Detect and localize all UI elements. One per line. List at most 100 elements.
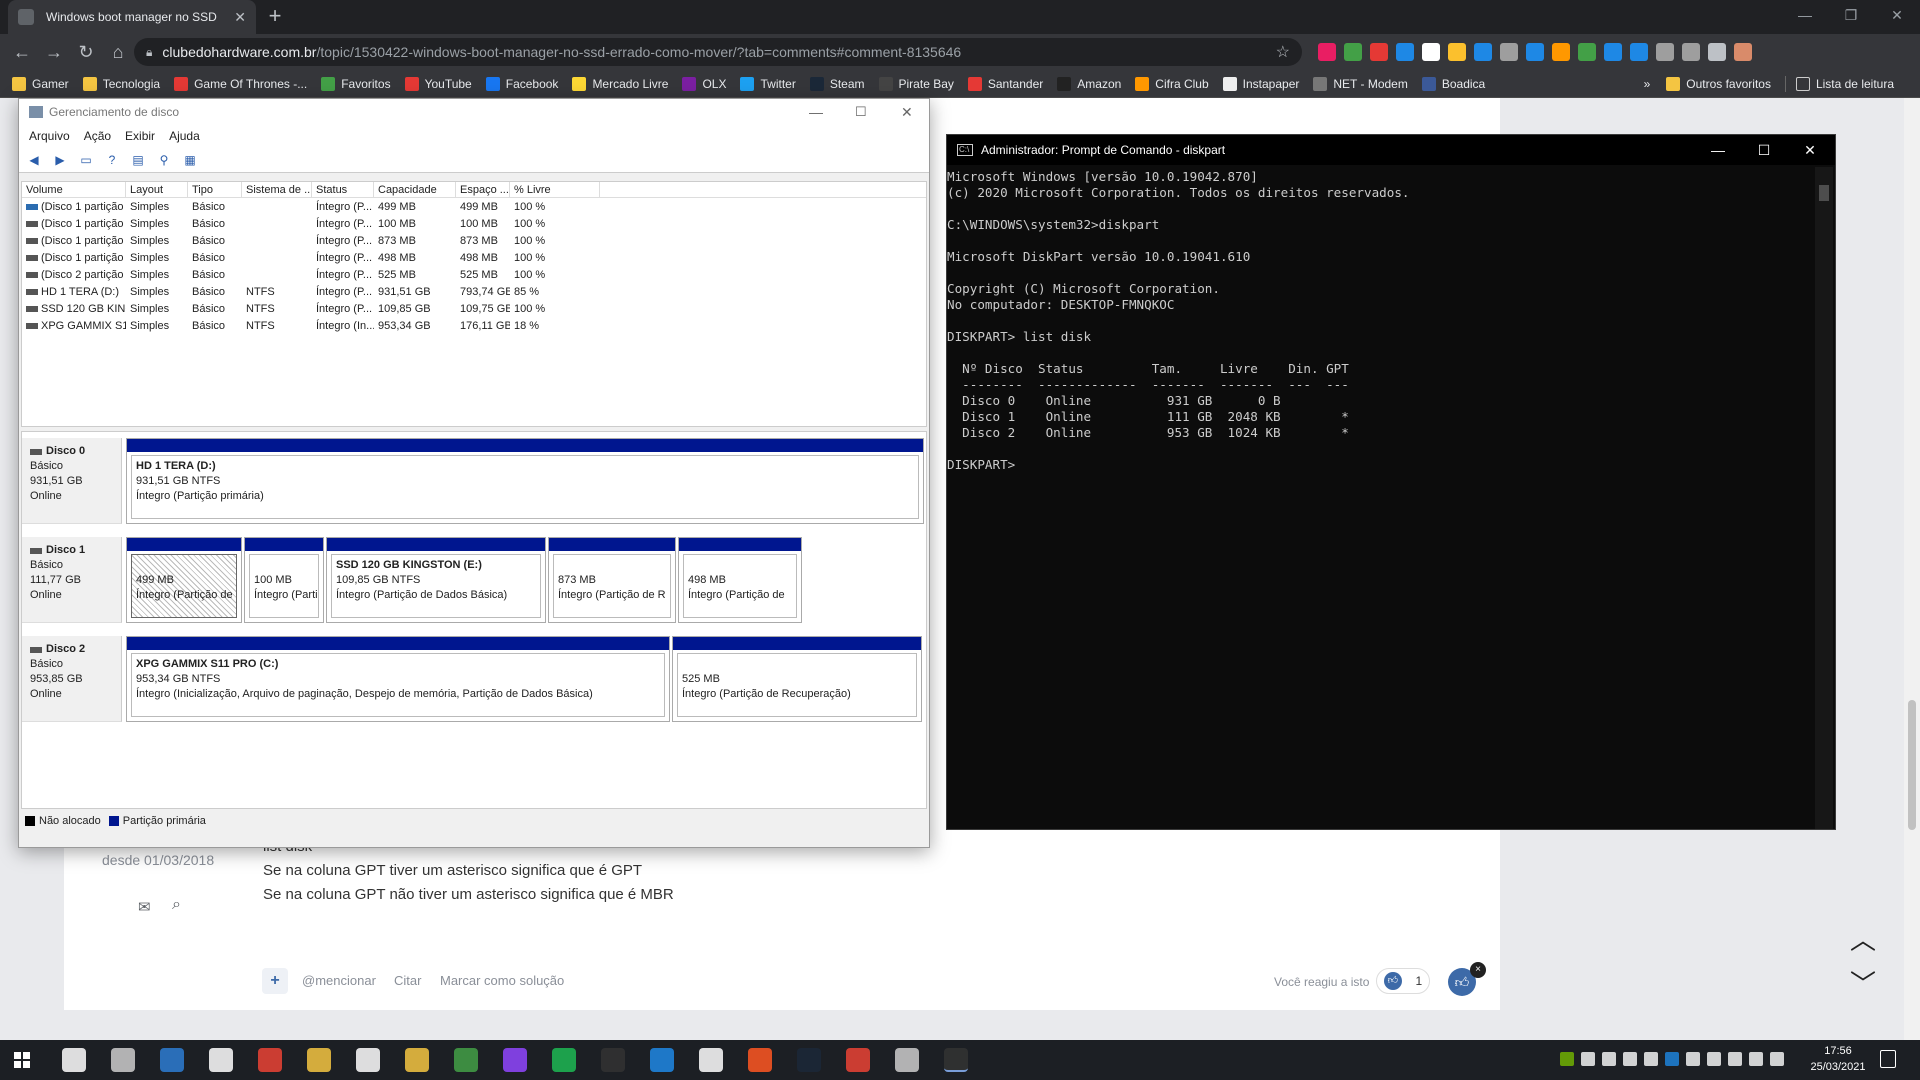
reload-icon[interactable]: ↻	[74, 40, 98, 64]
maximize-button[interactable]: ☐	[1741, 135, 1787, 165]
extension-icon[interactable]	[1656, 43, 1674, 61]
taskbar-app-icon[interactable]	[601, 1048, 625, 1072]
bookmark-item[interactable]: Boadica	[1421, 76, 1485, 91]
extension-icon[interactable]	[1396, 43, 1414, 61]
tray-icon[interactable]	[1728, 1052, 1742, 1066]
bookmark-star-icon[interactable]: ☆	[1276, 42, 1290, 62]
restore-window-button[interactable]: ❐	[1828, 0, 1874, 30]
bookmark-item[interactable]: Santander	[967, 76, 1043, 91]
taskbar-app-icon[interactable]	[160, 1048, 184, 1072]
bookmark-item[interactable]: Cifra Club	[1135, 76, 1209, 91]
taskbar-app-icon[interactable]	[405, 1048, 429, 1072]
menu-item[interactable]: Arquivo	[29, 129, 70, 143]
close-window-button[interactable]: ✕	[1874, 0, 1920, 30]
window-icon[interactable]: ▭	[77, 152, 95, 168]
taskbar-app-icon[interactable]	[258, 1048, 282, 1072]
extension-icon[interactable]	[1552, 43, 1570, 61]
page-scrollbar-thumb[interactable]	[1908, 700, 1916, 830]
page-scrollbar[interactable]	[1904, 98, 1920, 1040]
taskbar-app-icon[interactable]	[111, 1048, 135, 1072]
properties-icon[interactable]: ▤	[129, 152, 147, 168]
column-header[interactable]: Tipo	[188, 182, 242, 198]
taskbar-app-icon[interactable]	[209, 1048, 233, 1072]
bookmark-item[interactable]: NET - Modem	[1313, 76, 1408, 91]
table-row[interactable]: (Disco 1 partição 5) Simples Básico Íntegro…	[22, 233, 926, 250]
remove-reaction-button[interactable]: ×	[1470, 962, 1486, 978]
taskbar-app-icon[interactable]	[454, 1048, 478, 1072]
taskbar-app-icon[interactable]	[797, 1048, 821, 1072]
bookmark-item[interactable]: Twitter	[740, 76, 796, 91]
console-scrollbar-thumb[interactable]	[1819, 185, 1829, 201]
mention-link[interactable]: @mencionar	[302, 973, 376, 988]
message-icon[interactable]: ✉	[138, 898, 151, 916]
taskbar-app-icon[interactable]	[846, 1048, 870, 1072]
taskbar-app-icon[interactable]	[356, 1048, 380, 1072]
bookmark-item[interactable]: Favoritos	[321, 76, 391, 91]
taskbar-app-icon[interactable]	[503, 1048, 527, 1072]
extension-icon[interactable]	[1422, 43, 1440, 61]
table-row[interactable]: (Disco 1 partição 1) Simples Básico Íntegro…	[22, 199, 926, 216]
quote-link[interactable]: Citar	[394, 973, 421, 988]
new-tab-button[interactable]: +	[262, 4, 288, 30]
column-header[interactable]: % Livre	[510, 182, 600, 198]
reading-list-button[interactable]: Lista de leitura	[1795, 77, 1894, 91]
tray-icon[interactable]	[1623, 1052, 1637, 1066]
extension-icon[interactable]	[1604, 43, 1622, 61]
bookmark-item[interactable]: YouTube	[404, 76, 472, 91]
extension-icon[interactable]	[1344, 43, 1362, 61]
tray-icon[interactable]	[1749, 1052, 1763, 1066]
notifications-icon[interactable]	[1880, 1050, 1896, 1068]
bookmark-item[interactable]: Amazon	[1057, 76, 1121, 91]
menu-item[interactable]: Ação	[84, 129, 111, 143]
column-header[interactable]: Espaço ...	[456, 182, 510, 198]
disk-partition[interactable]: HD 1 TERA (D:) 931,51 GB NTFS Íntegro (Par…	[126, 438, 924, 524]
disk-label[interactable]: Disco 1 Básico 111,77 GB Online	[22, 537, 122, 623]
taskbar-app-icon[interactable]	[895, 1048, 919, 1072]
back-arrow-icon[interactable]: ←	[10, 40, 34, 64]
forward-icon[interactable]: ▶	[51, 152, 69, 168]
bookmark-item[interactable]: Pirate Bay	[878, 76, 954, 91]
bookmark-item[interactable]: Mercado Livre	[572, 76, 668, 91]
taskbar-app-icon[interactable]	[699, 1048, 723, 1072]
bookmark-item[interactable]: Steam	[809, 76, 865, 91]
reaction-count-pill[interactable]: 👍︎ 1	[1376, 968, 1430, 994]
bookmark-item[interactable]: Game Of Thrones -...	[174, 76, 307, 91]
address-bar[interactable]: 🔒︎ clubedohardware.com.br /topic/1530422…	[134, 38, 1302, 66]
bookmark-item[interactable]: Gamer	[12, 76, 69, 91]
table-row[interactable]: (Disco 1 partição 2) Simples Básico Íntegro…	[22, 216, 926, 233]
system-clock[interactable]: 17:56 25/03/2021	[1806, 1043, 1870, 1075]
disk-label[interactable]: Disco 0 Básico 931,51 GB Online	[22, 438, 122, 524]
scroll-down-arrow-icon[interactable]: ﹀	[1846, 971, 1880, 997]
console-scrollbar[interactable]	[1815, 167, 1833, 829]
extension-icon[interactable]	[1318, 43, 1336, 61]
table-row[interactable]: XPG GAMMIX S11 ... Simples Básico NTFS Ínteg…	[22, 318, 926, 335]
column-header[interactable]: Sistema de ...	[242, 182, 312, 198]
column-header[interactable]: Layout	[126, 182, 188, 198]
extension-icon[interactable]	[1708, 43, 1726, 61]
tray-icon[interactable]	[1707, 1052, 1721, 1066]
tray-icon[interactable]	[1686, 1052, 1700, 1066]
add-button[interactable]: +	[262, 968, 288, 994]
close-button[interactable]: ✕	[901, 104, 913, 121]
back-icon[interactable]: ◀	[25, 152, 43, 168]
column-header[interactable]: Capacidade	[374, 182, 456, 198]
extension-icon[interactable]	[1448, 43, 1466, 61]
close-button[interactable]: ✕	[1787, 135, 1833, 165]
bookmark-item[interactable]: Tecnologia	[82, 76, 160, 91]
taskbar-app-icon[interactable]	[748, 1048, 772, 1072]
bookmark-item[interactable]: Instapaper	[1222, 76, 1299, 91]
extension-icon[interactable]	[1500, 43, 1518, 61]
tray-icon[interactable]	[1644, 1052, 1658, 1066]
disk-partition[interactable]: XPG GAMMIX S11 PRO (C:) 953,34 GB NTFS Ínt…	[126, 636, 670, 722]
forward-arrow-icon[interactable]: →	[42, 40, 66, 64]
menu-item[interactable]: Exibir	[125, 129, 155, 143]
console-output[interactable]: Microsoft Windows [versão 10.0.19042.870…	[947, 167, 1815, 829]
tray-icon[interactable]	[1665, 1052, 1679, 1066]
extension-icon[interactable]	[1682, 43, 1700, 61]
view-icon[interactable]: ▦	[181, 152, 199, 168]
browser-tab[interactable]: Windows boot manager no SSD ✕	[8, 0, 256, 34]
tray-icon[interactable]	[1602, 1052, 1616, 1066]
close-tab-icon[interactable]: ✕	[234, 9, 246, 26]
tray-icon[interactable]	[1770, 1052, 1784, 1066]
column-header[interactable]: Volume	[22, 182, 126, 198]
